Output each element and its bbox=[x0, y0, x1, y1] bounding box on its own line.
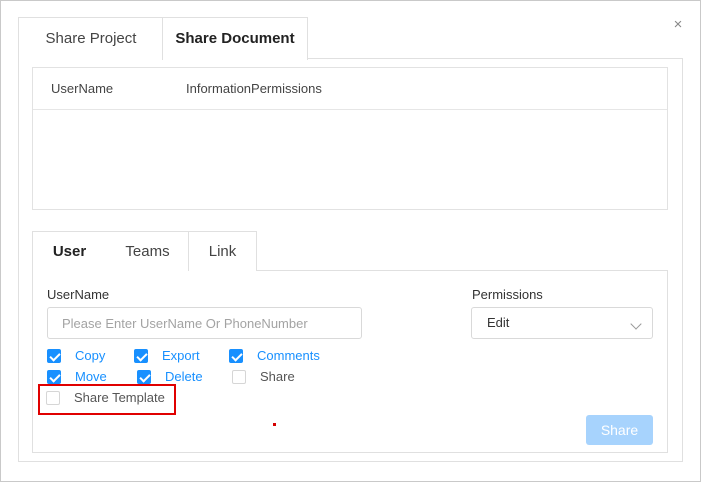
copy-checkbox[interactable]: Copy bbox=[47, 348, 105, 363]
tab-link[interactable]: Link bbox=[188, 231, 257, 271]
checkbox-label: Copy bbox=[75, 348, 106, 363]
checkbox-icon bbox=[229, 348, 243, 363]
permissions-label: Permissions bbox=[472, 287, 543, 302]
column-username: UserName bbox=[51, 81, 114, 96]
table-header: UserName InformationPermissions bbox=[33, 68, 667, 110]
tab-share-document[interactable]: Share Document bbox=[162, 17, 308, 60]
checkbox-label: Move bbox=[75, 369, 107, 384]
checkbox-icon bbox=[47, 348, 61, 363]
share-table: UserName InformationPermissions bbox=[32, 67, 668, 210]
permissions-value: Edit bbox=[487, 315, 510, 330]
tab-teams[interactable]: Teams bbox=[105, 231, 189, 271]
delete-checkbox[interactable]: Delete bbox=[137, 369, 203, 384]
highlight-box bbox=[38, 384, 176, 415]
export-checkbox[interactable]: Export bbox=[134, 348, 200, 363]
checkbox-icon bbox=[47, 369, 61, 384]
permissions-select[interactable]: Edit bbox=[471, 307, 653, 339]
user-panel bbox=[32, 270, 668, 453]
checkbox-label: Delete bbox=[165, 369, 203, 384]
comments-checkbox[interactable]: Comments bbox=[229, 348, 320, 363]
cursor-marker bbox=[273, 423, 276, 426]
share-button[interactable]: Share bbox=[586, 415, 653, 445]
username-input[interactable] bbox=[47, 307, 362, 339]
checkbox-label: Export bbox=[162, 348, 200, 363]
checkbox-icon bbox=[232, 369, 246, 384]
username-label: UserName bbox=[47, 287, 110, 302]
column-information-permissions: InformationPermissions bbox=[186, 81, 322, 96]
checkbox-label: Share bbox=[260, 369, 295, 384]
tab-user[interactable]: User bbox=[32, 231, 106, 272]
close-icon[interactable]: × bbox=[669, 16, 687, 34]
chevron-down-icon bbox=[630, 318, 642, 330]
checkbox-label: Comments bbox=[257, 348, 320, 363]
move-checkbox[interactable]: Move bbox=[47, 369, 107, 384]
share-checkbox[interactable]: Share bbox=[232, 369, 295, 384]
checkbox-icon bbox=[134, 348, 148, 363]
tab-share-project[interactable]: Share Project bbox=[18, 17, 163, 59]
checkbox-icon bbox=[137, 369, 151, 384]
